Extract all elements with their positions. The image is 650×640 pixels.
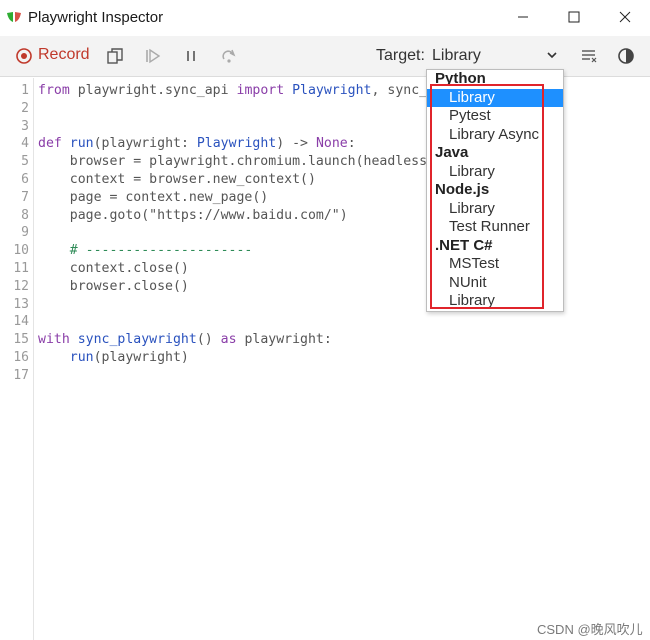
line-number: 5 [21,154,29,170]
annotation-highlight-box [430,84,544,309]
code-line: # --------------------- [38,243,253,259]
code-line: context = browser.new_context() [38,172,316,187]
code-line: with sync_playwright() as playwright: [38,332,332,348]
line-number: 14 [13,314,29,330]
target-select-value: Library [432,47,481,64]
step-over-button[interactable] [218,45,240,67]
maximize-button[interactable] [551,0,597,34]
line-number: 7 [21,189,29,205]
minimize-button[interactable] [500,0,546,34]
record-button[interactable] [13,45,35,67]
playwright-logo-icon [7,12,21,22]
line-number: 9 [21,225,29,241]
code-line: browser.close() [38,278,189,294]
maximize-icon [568,11,580,23]
step-over-icon [222,49,236,63]
copy-button[interactable] [104,45,126,67]
chevron-down-icon [547,52,557,59]
code-line: def run(playwright: Playwright) -> None: [38,136,356,152]
pause-button[interactable] [180,45,202,67]
minimize-icon [518,16,528,18]
line-number: 6 [21,172,29,187]
close-icon [619,11,631,23]
code-line: page.goto("https://www.baidu.com/") [38,207,348,223]
theme-toggle-button[interactable] [615,45,637,67]
code-line: from playwright.sync_api import Playwrig… [38,83,436,98]
record-label[interactable]: Record [38,46,90,64]
target-select[interactable]: Library [424,43,560,69]
title-bar: Playwright Inspector [0,0,650,34]
line-number-gutter: 1 2 3 4 5 6 7 8 9 10 11 12 13 14 15 16 17 [0,78,34,640]
clear-button[interactable] [578,45,600,67]
line-number: 2 [21,100,29,116]
line-number: 3 [21,118,29,134]
close-button[interactable] [602,0,648,34]
clear-list-icon [582,50,597,63]
contrast-icon [618,48,634,64]
code-line: page = context.new_page() [38,189,269,205]
pause-icon [187,51,195,61]
watermark: CSDN @晚风吹儿 [537,622,643,637]
code-line: context.close() [38,261,189,276]
play-icon [146,48,161,64]
code-line: run(playwright) [69,350,189,365]
line-number: 1 [21,83,29,98]
target-label: Target: [376,47,425,64]
window-title: Playwright Inspector [28,9,164,26]
line-number: 17 [13,367,29,383]
line-number: 10 [13,243,29,259]
line-number: 8 [21,207,29,223]
line-number: 4 [21,136,29,152]
record-icon [16,48,32,64]
line-number: 15 [13,332,29,348]
code-line: browser = playwright.chromium.launch(hea… [38,154,435,170]
line-number: 16 [13,350,29,365]
line-number: 12 [13,278,29,294]
resume-button[interactable] [142,45,164,67]
line-number: 13 [13,296,29,312]
copy-icon [107,48,123,64]
line-number: 11 [13,261,29,276]
